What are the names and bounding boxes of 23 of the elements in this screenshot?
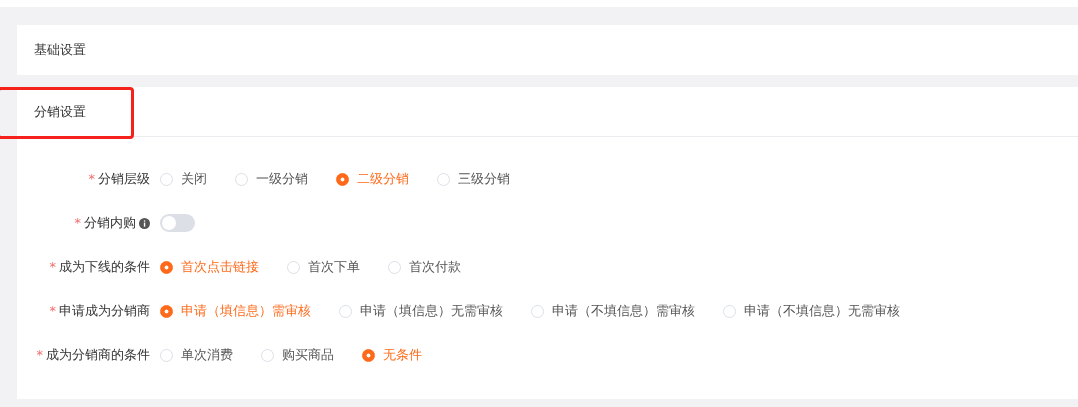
radio-option[interactable]: 首次付款 bbox=[388, 257, 461, 277]
field-label: 申请成为分销商 bbox=[59, 302, 150, 321]
radio-option[interactable]: 申请（不填信息）无需审核 bbox=[723, 301, 900, 321]
section-title: 基础设置 bbox=[34, 41, 86, 60]
field-label: 分销内购 bbox=[84, 214, 136, 233]
radio-option[interactable]: 三级分销 bbox=[437, 169, 510, 189]
radio-option[interactable]: 关闭 bbox=[160, 169, 207, 189]
required-asterisk: * bbox=[88, 170, 95, 189]
radio-option[interactable]: 购买商品 bbox=[261, 345, 334, 365]
radio-option[interactable]: 申请（不填信息）需审核 bbox=[531, 301, 695, 321]
section-title: 分销设置 bbox=[34, 102, 86, 121]
radio-option[interactable]: 单次消费 bbox=[160, 345, 233, 365]
required-asterisk: * bbox=[74, 214, 81, 233]
required-asterisk: * bbox=[49, 258, 56, 277]
field-label: 分销层级 bbox=[98, 170, 150, 189]
required-asterisk: * bbox=[36, 346, 43, 365]
radio-option[interactable]: 一级分销 bbox=[235, 169, 308, 189]
radio-option[interactable]: 申请（填信息）无需审核 bbox=[339, 301, 503, 321]
field-label: 成为分销商的条件 bbox=[46, 346, 150, 365]
radio-option[interactable]: 首次下单 bbox=[287, 257, 360, 277]
required-asterisk: * bbox=[49, 302, 56, 321]
toggle-switch[interactable] bbox=[160, 214, 195, 232]
field-label: 成为下线的条件 bbox=[59, 258, 150, 277]
